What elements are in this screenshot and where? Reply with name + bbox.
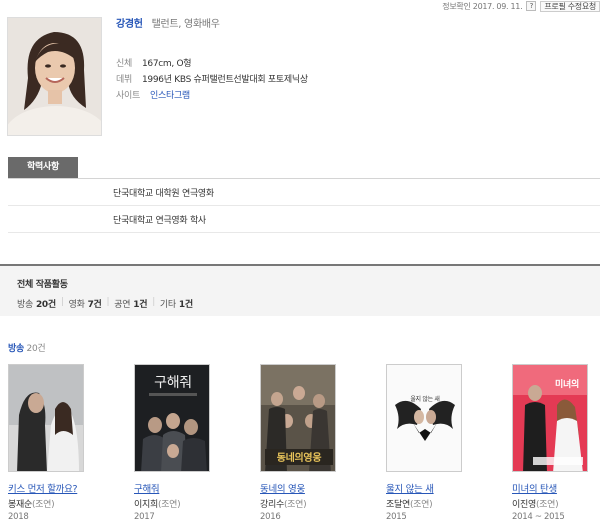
stat-etc[interactable]: 기타 1건	[160, 297, 193, 310]
poster-year: 2014 ~ 2015	[512, 512, 565, 522]
education-item: 단국대학교 대학원 연극영화	[113, 189, 214, 199]
instagram-link[interactable]: 인스타그램	[150, 88, 190, 101]
works-summary-box: 전체 작품활동 방송 20건 | 영화 7건 | 공연 1건 | 기타 1건	[0, 264, 600, 316]
poster-year: 2015	[386, 512, 407, 522]
works-stats: 방송 20건 | 영화 7건 | 공연 1건 | 기타 1건	[17, 297, 193, 310]
svg-text:동네의영웅: 동네의영웅	[277, 451, 322, 464]
request-edit-button[interactable]: 프로필 수정요청	[540, 0, 600, 12]
person-name: 강경헌	[116, 19, 143, 30]
poster-role: 봉재순(조연)	[8, 500, 55, 510]
poster-neighborhood-hero[interactable]: 동네의영웅	[260, 364, 336, 472]
tab-education[interactable]: 학력사항	[8, 157, 78, 178]
stat-separator: |	[152, 297, 155, 307]
works-title: 전체 작품활동	[17, 280, 68, 290]
poster-year: 2017	[134, 512, 155, 522]
poster-role: 강리수(조연)	[260, 500, 307, 510]
info-key: 신체	[116, 59, 132, 69]
info-row-body: 신체 167cm, O형	[116, 56, 192, 69]
poster-title[interactable]: 동네의 영웅	[260, 481, 305, 495]
stat-movie[interactable]: 영화 7건	[69, 297, 102, 310]
poster-save-me[interactable]: 구해줘	[134, 364, 210, 472]
info-confirm-date: 정보확인 2017. 09. 11.	[442, 1, 523, 11]
poster-bird-that-doesnt-sing[interactable]: 울지 않는 새	[386, 364, 462, 472]
poster-title[interactable]: 구해줘	[134, 481, 160, 495]
profile-name-line: 강경헌 탤런트, 영화배우	[116, 15, 220, 30]
info-value: 1996년 KBS 슈퍼탤런트선발대회 포토제닉상	[142, 75, 308, 85]
poster-birth-of-beauty[interactable]: 미녀의	[512, 364, 588, 472]
poster-role: 조달연(조연)	[386, 500, 433, 510]
poster-title[interactable]: 울지 않는 새	[386, 481, 434, 495]
section-broadcast-heading: 방송 20건	[8, 344, 46, 354]
poster-role: 이지희(조연)	[134, 500, 181, 510]
divider	[8, 178, 600, 179]
poster-title[interactable]: 미녀의 탄생	[512, 481, 557, 495]
poster-year: 2018	[8, 512, 29, 522]
stat-separator: |	[106, 297, 110, 307]
person-jobs: 탤런트, 영화배우	[151, 19, 220, 30]
profile-photo[interactable]	[7, 17, 102, 136]
divider	[8, 232, 600, 233]
poster-title[interactable]: 키스 먼저 할까요?	[8, 481, 78, 495]
education-item: 단국대학교 연극영화 학사	[113, 216, 206, 226]
stat-broadcast[interactable]: 방송 20건	[17, 297, 56, 310]
info-row-site: 사이트 인스타그램	[116, 88, 190, 101]
top-bar: 정보확인 2017. 09. 11. ? 프로필 수정요청	[442, 0, 600, 12]
info-key: 데뷔	[116, 75, 132, 85]
svg-text:구해줘: 구해줘	[154, 375, 192, 391]
help-icon[interactable]: ?	[526, 1, 537, 11]
info-value: 167cm, O형	[142, 59, 192, 69]
svg-text:미녀의: 미녀의	[555, 378, 579, 390]
stat-separator: |	[60, 297, 64, 307]
poster-year: 2016	[260, 512, 281, 522]
info-row-debut: 데뷔 1996년 KBS 슈퍼탤런트선발대회 포토제닉상	[116, 72, 308, 85]
stat-performance[interactable]: 공연 1건	[114, 297, 147, 310]
svg-text:울지 않는 새: 울지 않는 새	[410, 395, 439, 403]
divider	[8, 205, 600, 206]
poster-role: 이진영(조연)	[512, 500, 559, 510]
info-key: 사이트	[116, 91, 140, 101]
poster-kiss-first[interactable]	[8, 364, 84, 472]
